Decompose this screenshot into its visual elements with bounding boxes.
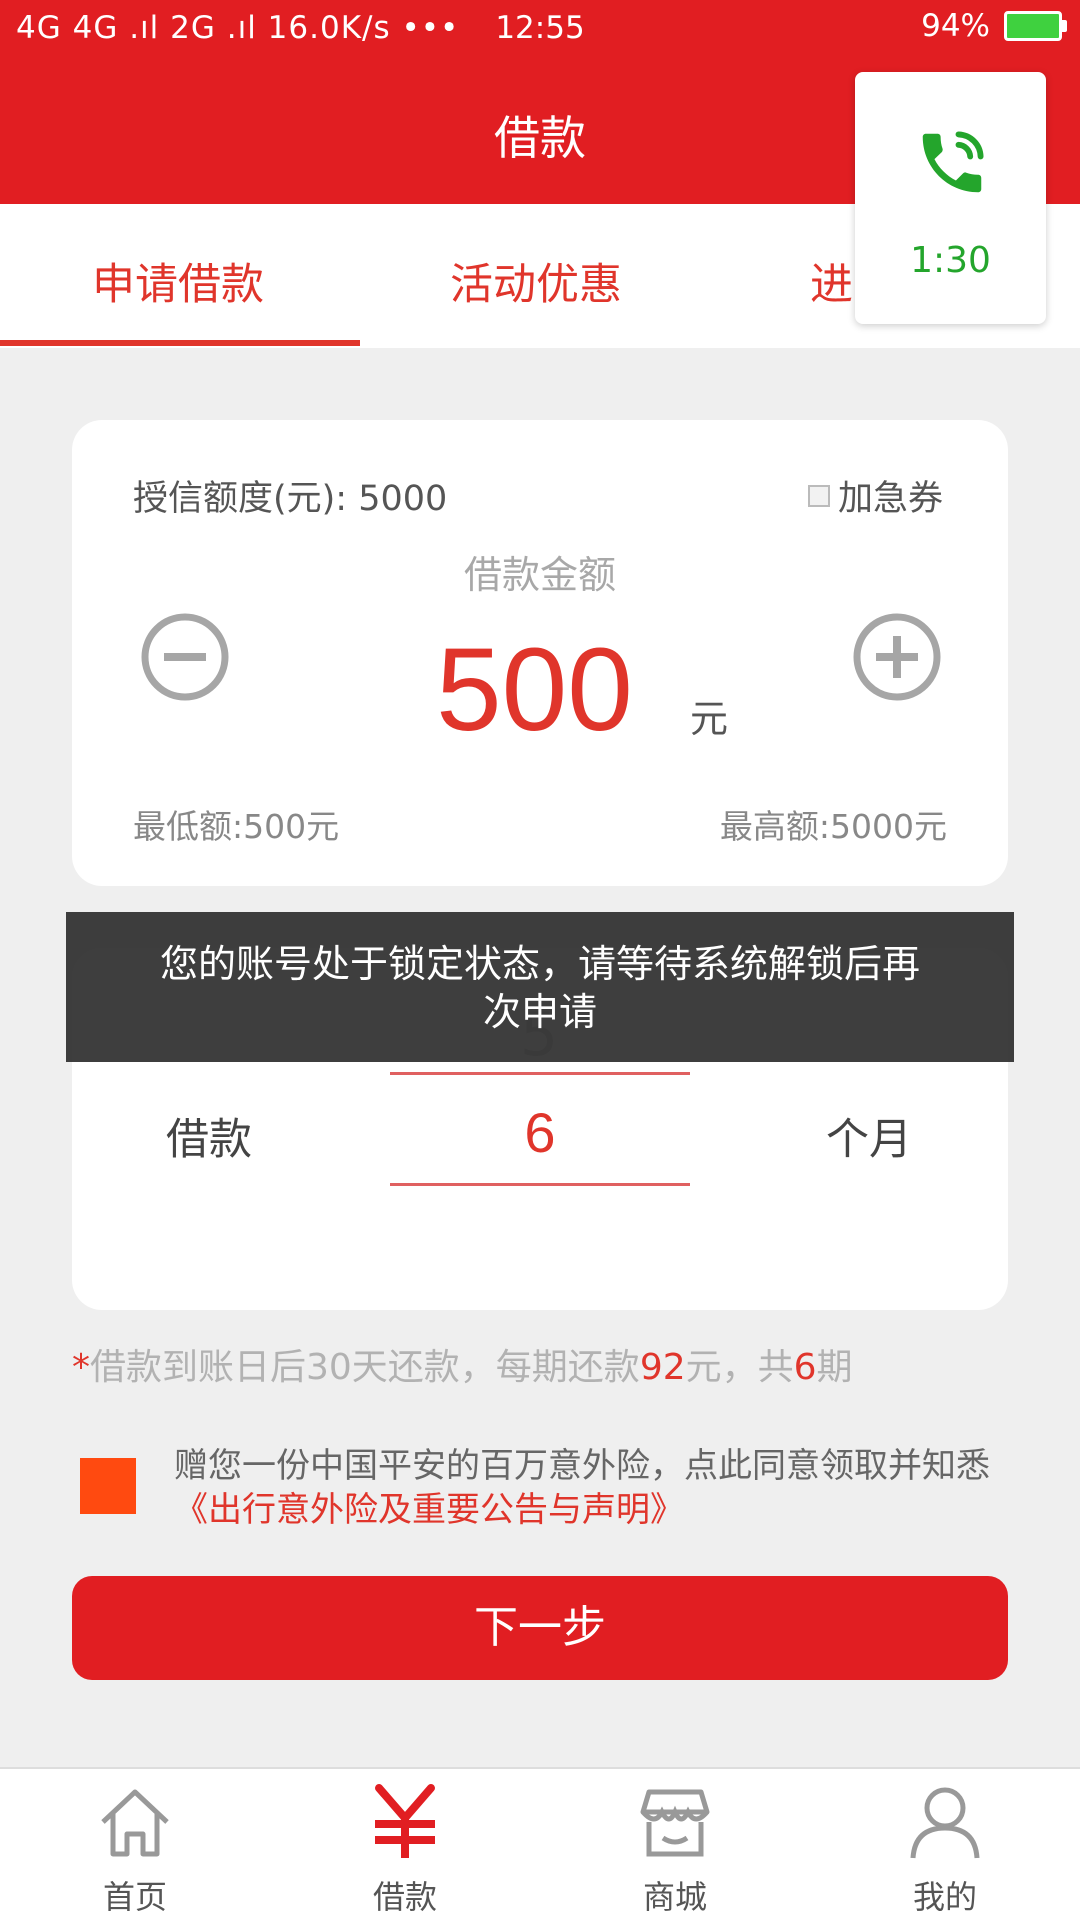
urgent-coupon-label: 加急券 [838,479,944,519]
status-bar: 4G 4G .ıl 2G .ıl 16.0K/s ••• 12:55 94% [0,0,1080,58]
battery-status: 94% [921,8,1067,44]
phone-icon [922,131,984,193]
term-label: 借款 [166,1115,252,1165]
insurance-checkbox[interactable] [80,1458,136,1514]
nav-store[interactable]: 商城 [575,1782,775,1918]
user-icon [910,1787,980,1859]
nav-profile[interactable]: 我的 [845,1782,1045,1918]
insurance-terms-link[interactable]: 《出行意外险及重要公告与声明》 [174,1490,684,1530]
credit-limit: 授信额度(元): 5000 [133,479,448,519]
min-amount: 最低额:500元 [133,807,340,846]
battery-icon [1004,11,1067,41]
toast-message-line2: 次申请 [482,990,597,1034]
nav-store-label: 商城 [642,1878,707,1916]
nav-home-label: 首页 [102,1878,167,1916]
term-unit: 个月 [826,1115,912,1165]
battery-percent: 94% [921,8,990,44]
home-icon [101,1789,169,1857]
amount-unit: 元 [690,697,729,741]
installment-count: 6 [793,1347,817,1388]
nav-profile-label: 我的 [912,1878,977,1916]
picker-divider-top [390,1072,690,1075]
note-asterisk: * [72,1347,90,1388]
call-timer: 1:30 [910,240,991,281]
nav-home[interactable]: 首页 [35,1782,235,1918]
repayment-note: *借款到账日后30天还款，每期还款92元，共6期 [72,1338,853,1390]
account-locked-toast: 您的账号处于锁定状态，请等待系统解锁后再 次申请 [66,912,1014,1062]
nav-loan[interactable]: 借款 [305,1782,505,1918]
call-floating-window[interactable]: 1:30 [855,72,1046,324]
max-amount: 最高额:5000元 [719,807,947,846]
active-tab-indicator [0,340,360,346]
tab-apply-loan[interactable]: 申请借款 [92,250,264,312]
increase-amount-button[interactable] [852,612,942,702]
urgent-coupon-option[interactable]: 加急券 [808,470,943,521]
installment-amount: 92 [639,1347,686,1388]
insurance-description: 赠您一份中国平安的百万意外险，点此同意领取并知悉 [174,1446,990,1486]
urgent-coupon-checkbox[interactable] [808,484,830,507]
yuan-icon [375,1784,435,1858]
loan-amount-value: 500 [436,624,633,756]
amount-label: 借款金额 [463,553,616,597]
tab-progress[interactable]: 进 [810,250,853,312]
decrease-amount-button[interactable] [140,612,230,702]
store-icon [640,1789,710,1857]
note-prefix: 借款到账日后30天还款，每期还款 [90,1347,640,1388]
toast-message-line1: 您的账号处于锁定状态，请等待系统解锁后再 [159,942,920,986]
term-picker-value[interactable]: 6 [390,1100,690,1165]
note-suffix: 期 [816,1347,853,1388]
note-middle: 元，共 [685,1347,794,1388]
nav-loan-label: 借款 [372,1878,437,1916]
clock: 12:55 [495,10,585,46]
next-step-button[interactable]: 下一步 [72,1576,1008,1680]
tab-promotions[interactable]: 活动优惠 [450,250,622,312]
picker-divider-bottom [390,1183,690,1186]
insurance-text: 赠您一份中国平安的百万意外险，点此同意领取并知悉《出行意外险及重要公告与声明》 [174,1444,1014,1532]
